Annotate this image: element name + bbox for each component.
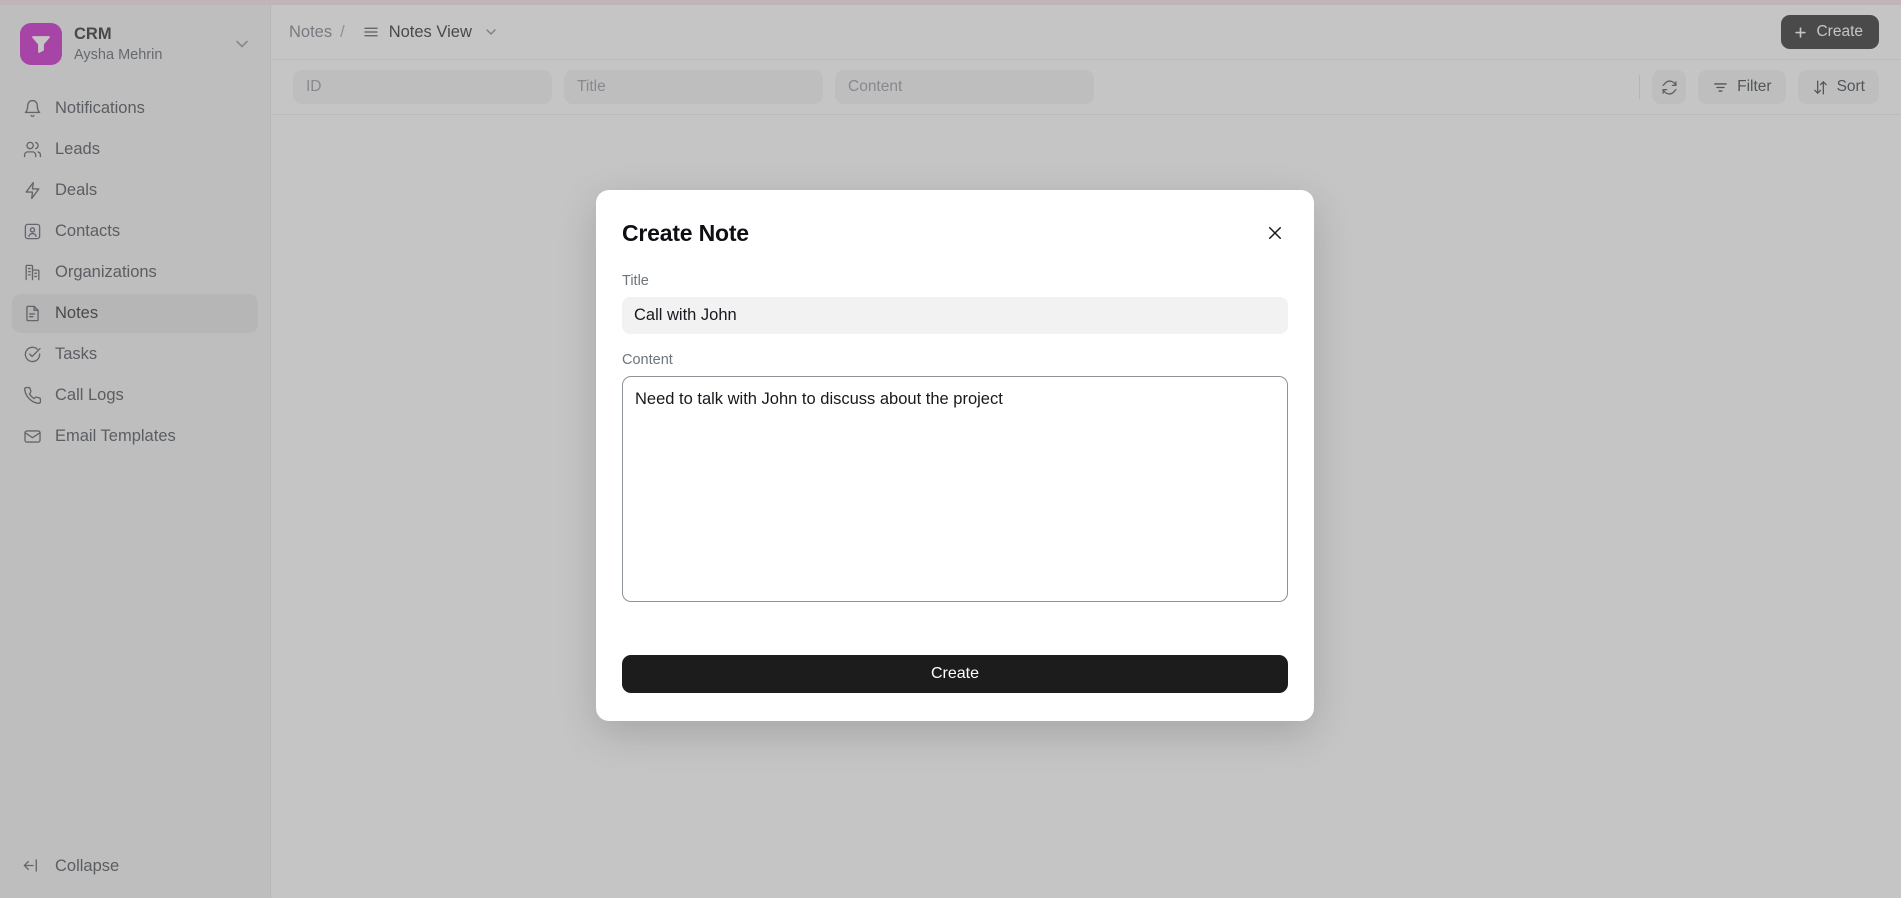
modal-title: Create Note: [622, 220, 749, 246]
title-field-label: Title: [622, 273, 649, 289]
note-title-input[interactable]: [622, 297, 1288, 334]
submit-create-note-button[interactable]: Create: [622, 655, 1288, 693]
content-field-label: Content: [622, 352, 673, 368]
modal-header: Create Note: [622, 220, 1288, 247]
close-button[interactable]: [1262, 220, 1288, 246]
note-content-textarea[interactable]: [622, 376, 1288, 602]
close-icon: [1269, 227, 1281, 239]
title-field-group: Title: [622, 273, 1288, 334]
content-field-group: Content: [622, 352, 1288, 607]
create-note-modal: Create Note Title Content Create: [596, 190, 1314, 721]
